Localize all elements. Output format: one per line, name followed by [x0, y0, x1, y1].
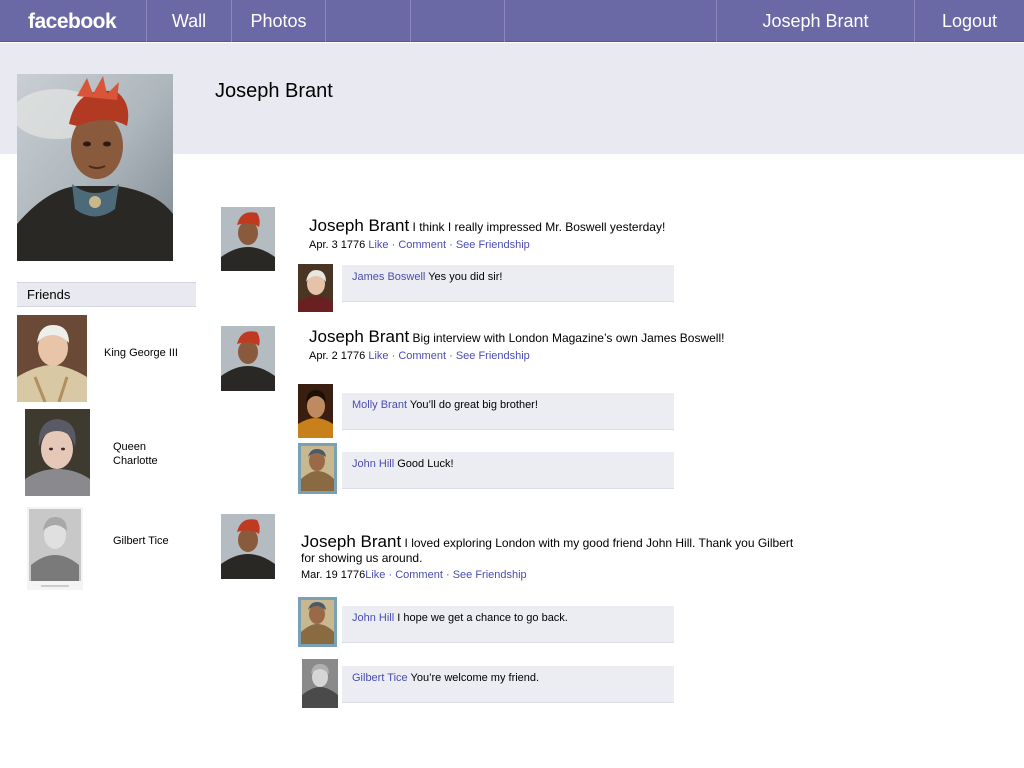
- friend-photo[interactable]: [17, 315, 87, 402]
- post-date: Mar. 19 1776: [301, 569, 366, 581]
- post-body: Joseph Brant I think I really impressed …: [309, 216, 769, 235]
- profile-photo[interactable]: [17, 74, 173, 261]
- comment-text: Yes you did sir!: [428, 271, 503, 283]
- comment-text: You’re welcome my friend.: [410, 672, 540, 684]
- see-friendship-link[interactable]: See Friendship: [456, 239, 530, 251]
- post-author-avatar[interactable]: [221, 207, 275, 271]
- like-link[interactable]: Like: [365, 569, 385, 581]
- friend-name[interactable]: Gilbert Tice: [113, 535, 193, 549]
- nav-empty-tab-1: [325, 0, 410, 42]
- nav-photos-tab[interactable]: Photos: [231, 0, 325, 42]
- see-friendship-link[interactable]: See Friendship: [456, 350, 530, 362]
- post-meta: Apr. 2 1776 Like · Comment · See Friends…: [309, 350, 530, 362]
- comment-link[interactable]: Comment: [398, 350, 446, 362]
- friend-name[interactable]: Queen Charlotte: [113, 441, 183, 468]
- comment-link[interactable]: Comment: [395, 569, 443, 581]
- see-friendship-link[interactable]: See Friendship: [453, 569, 527, 581]
- comment-box: James Boswell Yes you did sir!: [342, 265, 674, 302]
- nav-user-link[interactable]: Joseph Brant: [716, 0, 914, 42]
- action-separator: ·: [449, 239, 453, 251]
- post-author-name[interactable]: Joseph Brant: [309, 216, 409, 235]
- friend-item-queen-charlotte[interactable]: Queen Charlotte: [25, 409, 197, 497]
- comment-author-name[interactable]: John Hill: [352, 458, 394, 470]
- facebook-logo[interactable]: facebook: [28, 0, 117, 42]
- post-text: I think I really impressed Mr. Boswell y…: [412, 220, 666, 234]
- comment-box: John Hill Good Luck!: [342, 452, 674, 489]
- comment-text: I hope we get a chance to go back.: [397, 612, 568, 624]
- post-author-name[interactable]: Joseph Brant: [309, 327, 409, 346]
- nav-empty-tab-2: [410, 0, 504, 42]
- comment-author-avatar[interactable]: [298, 264, 333, 312]
- action-separator: ·: [445, 569, 450, 581]
- comment-author-avatar[interactable]: [298, 597, 337, 647]
- profile-name: Joseph Brant: [215, 80, 333, 102]
- comment-author-avatar[interactable]: [302, 659, 338, 708]
- comment-link[interactable]: Comment: [398, 239, 446, 251]
- comment-box: Gilbert Tice You’re welcome my friend.: [342, 666, 674, 703]
- like-link[interactable]: Like: [368, 239, 388, 251]
- friend-name[interactable]: King George III: [104, 347, 196, 361]
- friends-section-header: Friends: [17, 282, 196, 307]
- nav-wall-tab[interactable]: Wall: [146, 0, 231, 42]
- action-separator: ·: [449, 350, 453, 362]
- post-body: Joseph Brant I loved exploring London wi…: [301, 532, 801, 566]
- action-separator: ·: [391, 350, 396, 362]
- friend-item-king-george[interactable]: King George III: [17, 315, 197, 403]
- friend-photo[interactable]: [25, 409, 90, 496]
- friend-photo[interactable]: [27, 507, 83, 590]
- comment-box: John Hill I hope we get a chance to go b…: [342, 606, 674, 643]
- post-author-avatar[interactable]: [221, 326, 275, 391]
- comment-author-name[interactable]: James Boswell: [352, 271, 425, 283]
- nav-logout-link[interactable]: Logout: [914, 0, 1024, 42]
- comment-author-name[interactable]: John Hill: [352, 612, 394, 624]
- post-meta: Apr. 3 1776 Like · Comment · See Friends…: [309, 239, 530, 251]
- post-text: Big interview with London Magazine’s own…: [412, 331, 725, 345]
- comment-text: Good Luck!: [397, 458, 454, 470]
- friend-item-gilbert-tice[interactable]: Gilbert Tice: [27, 507, 197, 591]
- comment-author-avatar[interactable]: [298, 443, 337, 494]
- comment-text: You’ll do great big brother!: [409, 399, 538, 411]
- post-body: Joseph Brant Big interview with London M…: [309, 327, 829, 346]
- post-date: Apr. 2 1776: [309, 350, 366, 362]
- comment-author-name[interactable]: Molly Brant: [352, 399, 407, 411]
- post-author-avatar[interactable]: [221, 514, 275, 579]
- comment-box: Molly Brant You’ll do great big brother!: [342, 393, 674, 430]
- comment-author-avatar[interactable]: [298, 384, 333, 438]
- action-separator: ·: [388, 569, 393, 581]
- action-separator: ·: [391, 239, 396, 251]
- post-author-name[interactable]: Joseph Brant: [301, 532, 401, 551]
- nav-spacer: [504, 0, 716, 42]
- post-date: Apr. 3 1776: [309, 239, 366, 251]
- comment-author-name[interactable]: Gilbert Tice: [352, 672, 408, 684]
- like-link[interactable]: Like: [368, 350, 388, 362]
- top-navigation-bar: facebook Wall Photos Joseph Brant Logout: [0, 0, 1024, 42]
- post-meta: Mar. 19 1776Like · Comment · See Friends…: [301, 569, 527, 581]
